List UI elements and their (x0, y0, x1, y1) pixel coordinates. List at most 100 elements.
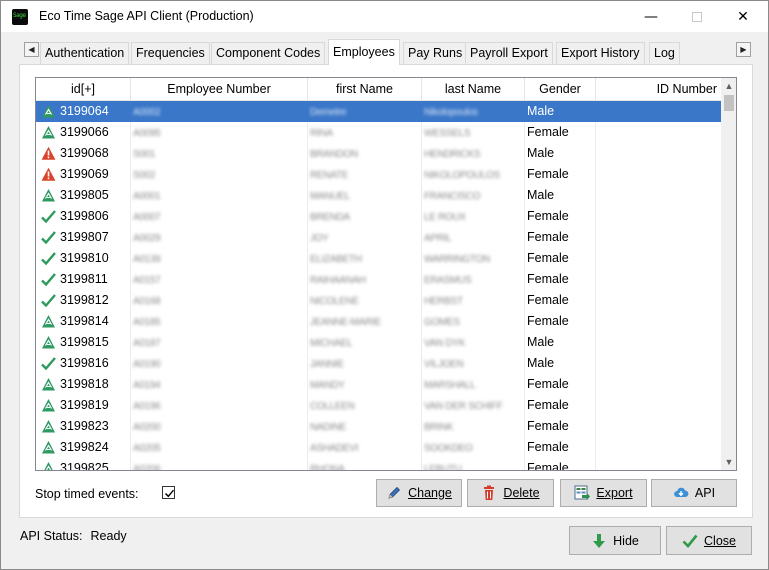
row-id-cell: 3199069 (36, 164, 131, 185)
stop-timed-events-checkbox[interactable] (162, 486, 175, 499)
api-status-value: Ready (90, 529, 127, 543)
close-label: Close (704, 533, 736, 548)
sync-status-icon (42, 399, 55, 412)
hide-button[interactable]: Hide (569, 526, 661, 555)
sync-status-icon (42, 441, 55, 454)
sync-status-icon (42, 189, 55, 202)
column-header-gender[interactable]: Gender (525, 78, 596, 101)
row-last-name: Nikolopoulos (424, 107, 478, 118)
tab-authentication[interactable]: Authentication (40, 42, 130, 64)
row-id-cell: 3199816 (36, 353, 131, 374)
employees-grid[interactable]: id[+] Employee Number first Name last Na… (35, 77, 737, 471)
row-id-cell: 3199064 (36, 101, 131, 122)
row-last-name-cell: WARRINGTON (422, 248, 525, 269)
table-row[interactable]: 3199814 A0185 JEANNE-MARIE GOMES Female (36, 311, 721, 332)
table-row[interactable]: 3199069 S002 Renate Nikolopoulos Female (36, 164, 721, 185)
table-row[interactable]: 3199805 A0001 MANUEL FRANCISCO Male (36, 185, 721, 206)
row-employee-number: A0095 (133, 128, 161, 139)
maximize-button[interactable] (674, 1, 720, 32)
row-employee-number: A0206 (133, 464, 161, 471)
table-row[interactable]: 3199816 A0190 JANNIE VILJOEN Male (36, 353, 721, 374)
row-id: 3199064 (60, 104, 109, 118)
scroll-down-icon[interactable]: ▼ (721, 454, 736, 470)
tab-log[interactable]: Log (649, 42, 680, 64)
window-close-button[interactable]: ✕ (720, 1, 766, 32)
scrollbar-thumb[interactable] (724, 95, 734, 111)
column-header-id-number[interactable]: ID Number (596, 78, 721, 101)
row-last-name-cell: Nikolopoulos (422, 164, 525, 185)
table-row[interactable]: 3199825 A0206 RHONA LEBUTU Female (36, 458, 721, 471)
tab-pay-runs[interactable]: Pay Runs (403, 42, 468, 64)
delete-button[interactable]: Delete (467, 479, 554, 507)
table-row[interactable]: 3199066 A0095 Rina Wessels Female (36, 122, 721, 143)
row-last-name-cell: APRIL (422, 227, 525, 248)
warning-icon (41, 146, 56, 160)
table-row[interactable]: 3199819 A0196 COLLEEN VAN DER SCHIFF Female (36, 395, 721, 416)
row-id-number-cell (596, 437, 721, 458)
row-first-name-cell: Renate (308, 164, 422, 185)
table-row[interactable]: 3199823 A0200 NADINE BRINK Female (36, 416, 721, 437)
tab-component-codes[interactable]: Component Codes (211, 42, 326, 64)
row-id-number-cell (596, 458, 721, 470)
change-label: Change (408, 486, 452, 500)
row-id: 3199812 (60, 293, 109, 307)
row-employee-number-cell: A0029 (131, 227, 308, 248)
row-last-name: ERASMUS (424, 275, 472, 286)
tab-employees[interactable]: Employees (328, 39, 400, 65)
row-id: 3199825 (60, 461, 109, 471)
tab-export-history[interactable]: Export History (556, 42, 645, 64)
checkmark-icon (41, 231, 56, 245)
row-employee-number: A0168 (133, 296, 161, 307)
tab-payroll-export[interactable]: Payroll Export (465, 42, 553, 64)
row-employee-number-cell: A0095 (131, 122, 308, 143)
table-row[interactable]: 3199812 A0168 NICOLENE HERBST Female (36, 290, 721, 311)
table-row[interactable]: 3199806 A0007 BRENDA LE ROUX Female (36, 206, 721, 227)
table-row[interactable]: 3199815 A0187 MICHAEL VAN DYK Male (36, 332, 721, 353)
minimize-button[interactable]: — (628, 1, 674, 32)
close-button[interactable]: Close (666, 526, 752, 555)
row-employee-number: A0002 (133, 107, 161, 118)
app-logo-icon: Sage (12, 9, 28, 25)
column-header-last-name[interactable]: last Name (422, 78, 525, 101)
column-header-employee-number[interactable]: Employee Number (131, 78, 308, 101)
column-header-id[interactable]: id[+] (36, 78, 131, 101)
table-row[interactable]: 3199807 A0029 JOY APRIL Female (36, 227, 721, 248)
title-bar[interactable]: Sage Eco Time Sage API Client (Productio… (1, 1, 768, 32)
table-row[interactable]: 3199818 A0194 MANDY MARSHALL Female (36, 374, 721, 395)
tab-frequencies[interactable]: Frequencies (131, 42, 210, 64)
table-row[interactable]: 3199811 A0157 RAIHAANAH ERASMUS Female (36, 269, 721, 290)
warning-icon (41, 167, 56, 181)
table-row[interactable]: 3199068 S001 Brandon Hendricks Male (36, 143, 721, 164)
row-id-number-cell (596, 374, 721, 395)
row-last-name-cell: Nikolopoulos (422, 101, 525, 122)
row-employee-number-cell: A0168 (131, 290, 308, 311)
row-gender-cell: Female (525, 458, 596, 470)
column-header-first-name[interactable]: first Name (308, 78, 422, 101)
row-last-name-cell: Hendricks (422, 143, 525, 164)
row-first-name-cell: JEANNE-MARIE (308, 311, 422, 332)
row-employee-number: A0029 (133, 233, 161, 244)
window-title: Eco Time Sage API Client (Production) (39, 9, 254, 23)
row-employee-number: A0185 (133, 317, 161, 328)
scroll-up-icon[interactable]: ▲ (721, 78, 736, 94)
api-label: API (694, 486, 716, 500)
row-gender-cell: Female (525, 122, 596, 143)
row-last-name-cell: LEBUTU (422, 458, 525, 470)
change-button[interactable]: Change (376, 479, 462, 507)
row-last-name-cell: ERASMUS (422, 269, 525, 290)
tab-scroll-left-button[interactable]: ◀ (24, 42, 39, 57)
row-employee-number: A0139 (133, 254, 161, 265)
row-id-cell: 3199066 (36, 122, 131, 143)
api-button[interactable]: API (651, 479, 737, 507)
employees-tab-page: id[+] Employee Number first Name last Na… (19, 64, 753, 518)
row-employee-number-cell: A0206 (131, 458, 308, 471)
table-row[interactable]: 3199064 A0002 Demetre Nikolopoulos Male (36, 101, 721, 122)
table-row[interactable]: 3199824 A0205 ASHADEVI SOOKDEO Female (36, 437, 721, 458)
tab-scroll-right-button[interactable]: ▶ (736, 42, 751, 57)
row-gender-cell: Male (525, 353, 596, 374)
grid-vertical-scrollbar[interactable]: ▲ ▼ (721, 78, 736, 470)
export-button[interactable]: Export (560, 479, 647, 507)
row-last-name-cell: HERBST (422, 290, 525, 311)
table-row[interactable]: 3199810 A0139 ELIZABETH WARRINGTON Female (36, 248, 721, 269)
row-gender-cell: Female (525, 395, 596, 416)
